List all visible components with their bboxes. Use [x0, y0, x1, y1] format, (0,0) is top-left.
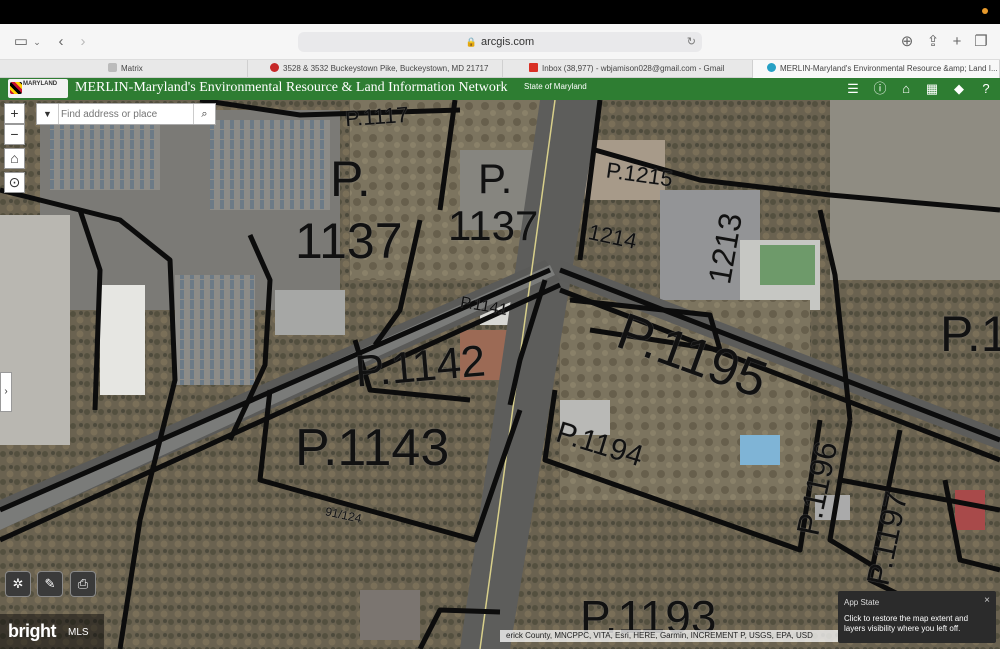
toast-message: Click to restore the map extent and laye…: [844, 614, 969, 633]
tab-bar: Matrix 3528 & 3532 Buckeystown Pike, Buc…: [0, 60, 1000, 78]
print-tool-button[interactable]: ⎙: [70, 571, 96, 597]
parcel-label: P.1: [940, 306, 1000, 362]
app-state-toast[interactable]: App State × Click to restore the map ext…: [838, 591, 996, 643]
search-icon: ⌕: [201, 108, 208, 120]
page-title: MERLIN-Maryland's Environmental Resource…: [75, 80, 508, 95]
logo-text: MARYLAND: [23, 81, 58, 87]
new-tab-icon[interactable]: +: [948, 33, 966, 51]
maryland-flag-icon: [10, 82, 22, 94]
chevron-down-icon[interactable]: ⌄: [32, 33, 42, 51]
layers-icon[interactable]: ◆: [951, 81, 967, 97]
parcel-label: 1137: [295, 213, 403, 269]
close-icon[interactable]: ×: [984, 595, 990, 606]
map-attribution: erick County, MNCPPC, VITA, Esri, HERE, …: [500, 630, 840, 642]
bookmark-icon[interactable]: ⌂: [898, 81, 914, 97]
browser-toolbar: ▭ ⌄ ‹ › 🔒 arcgis.com ↻ ⊕ ⇪ + ❐: [0, 24, 1000, 60]
gallery-icon: ✲: [12, 576, 24, 591]
list-icon[interactable]: ☰: [845, 81, 861, 97]
tab-gmail[interactable]: Inbox (38,977) - wbjamison028@gmail.com …: [503, 60, 753, 78]
mls-logo-text: MLS: [68, 627, 89, 638]
maryland-dnr-logo: MARYLAND: [8, 79, 68, 98]
sidebar-toggle-icon[interactable]: ▭: [12, 33, 30, 51]
address-bar[interactable]: 🔒 arcgis.com ↻: [298, 32, 702, 52]
back-icon[interactable]: ‹: [54, 33, 68, 51]
tab-buckeystown-pike[interactable]: 3528 & 3532 Buckeystown Pike, Buckeystow…: [248, 60, 503, 78]
basemap-grid-icon[interactable]: ▦: [924, 81, 940, 97]
arcgis-favicon-icon: [767, 63, 776, 72]
lock-icon: 🔒: [465, 37, 478, 47]
expand-panel-button[interactable]: ›: [0, 372, 12, 412]
tab-matrix[interactable]: Matrix: [0, 60, 248, 78]
app-header: MARYLAND MERLIN-Maryland's Environmental…: [0, 78, 1000, 100]
search-widget: ▼ ⌕: [36, 103, 216, 125]
os-top-bar: [0, 0, 1000, 24]
search-button[interactable]: ⌕: [193, 104, 215, 124]
print-icon: ⎙: [77, 576, 89, 591]
tab-label: 3528 & 3532 Buckeystown Pike, Buckeystow…: [283, 64, 489, 73]
tab-overview-icon[interactable]: ❐: [972, 33, 990, 51]
search-source-dropdown[interactable]: ▼: [37, 104, 59, 124]
tab-label: Matrix: [121, 64, 143, 73]
zoom-out-button[interactable]: −: [4, 124, 25, 145]
measure-tool-button[interactable]: ✎: [37, 571, 63, 597]
bright-mls-watermark: bright MLS: [0, 614, 104, 649]
state-label: State of Maryland: [524, 82, 587, 91]
pencil-icon: ✎: [44, 576, 56, 591]
parcel-label: P.: [330, 151, 371, 207]
search-input[interactable]: [61, 106, 191, 122]
zoom-in-button[interactable]: +: [4, 103, 25, 124]
matrix-favicon-icon: [108, 63, 117, 72]
url-text: arcgis.com: [481, 36, 535, 48]
parcel-label: P.: [478, 155, 513, 202]
listing-favicon-icon: [270, 63, 279, 72]
map-view[interactable]: P.1117 P. 1137 P. 1137 P.1215 1214 P.114…: [0, 100, 1000, 649]
basemap-tool-button[interactable]: ✲: [5, 571, 31, 597]
reload-icon[interactable]: ↻: [687, 32, 696, 52]
help-icon[interactable]: ?: [978, 81, 994, 97]
tab-label: Inbox (38,977) - wbjamison028@gmail.com …: [542, 64, 725, 73]
bright-logo-text: bright: [8, 621, 57, 641]
home-button[interactable]: ⌂: [4, 148, 25, 169]
info-icon[interactable]: ⓘ: [872, 81, 888, 97]
recording-indicator: [982, 8, 988, 14]
parcel-label: 1137: [448, 202, 539, 249]
share-icon[interactable]: ⇪: [924, 33, 942, 51]
locate-button[interactable]: ⊙: [4, 172, 25, 193]
toast-title: App State: [844, 598, 880, 607]
tab-merlin[interactable]: MERLIN-Maryland's Environmental Resource…: [753, 60, 1000, 78]
download-icon[interactable]: ⊕: [898, 33, 916, 51]
forward-icon[interactable]: ›: [76, 33, 90, 51]
tab-label: MERLIN-Maryland's Environmental Resource…: [780, 64, 998, 73]
parcel-label: P.1117: [344, 101, 410, 132]
gmail-icon: [529, 63, 538, 72]
parcel-label: P.1143: [295, 419, 450, 477]
